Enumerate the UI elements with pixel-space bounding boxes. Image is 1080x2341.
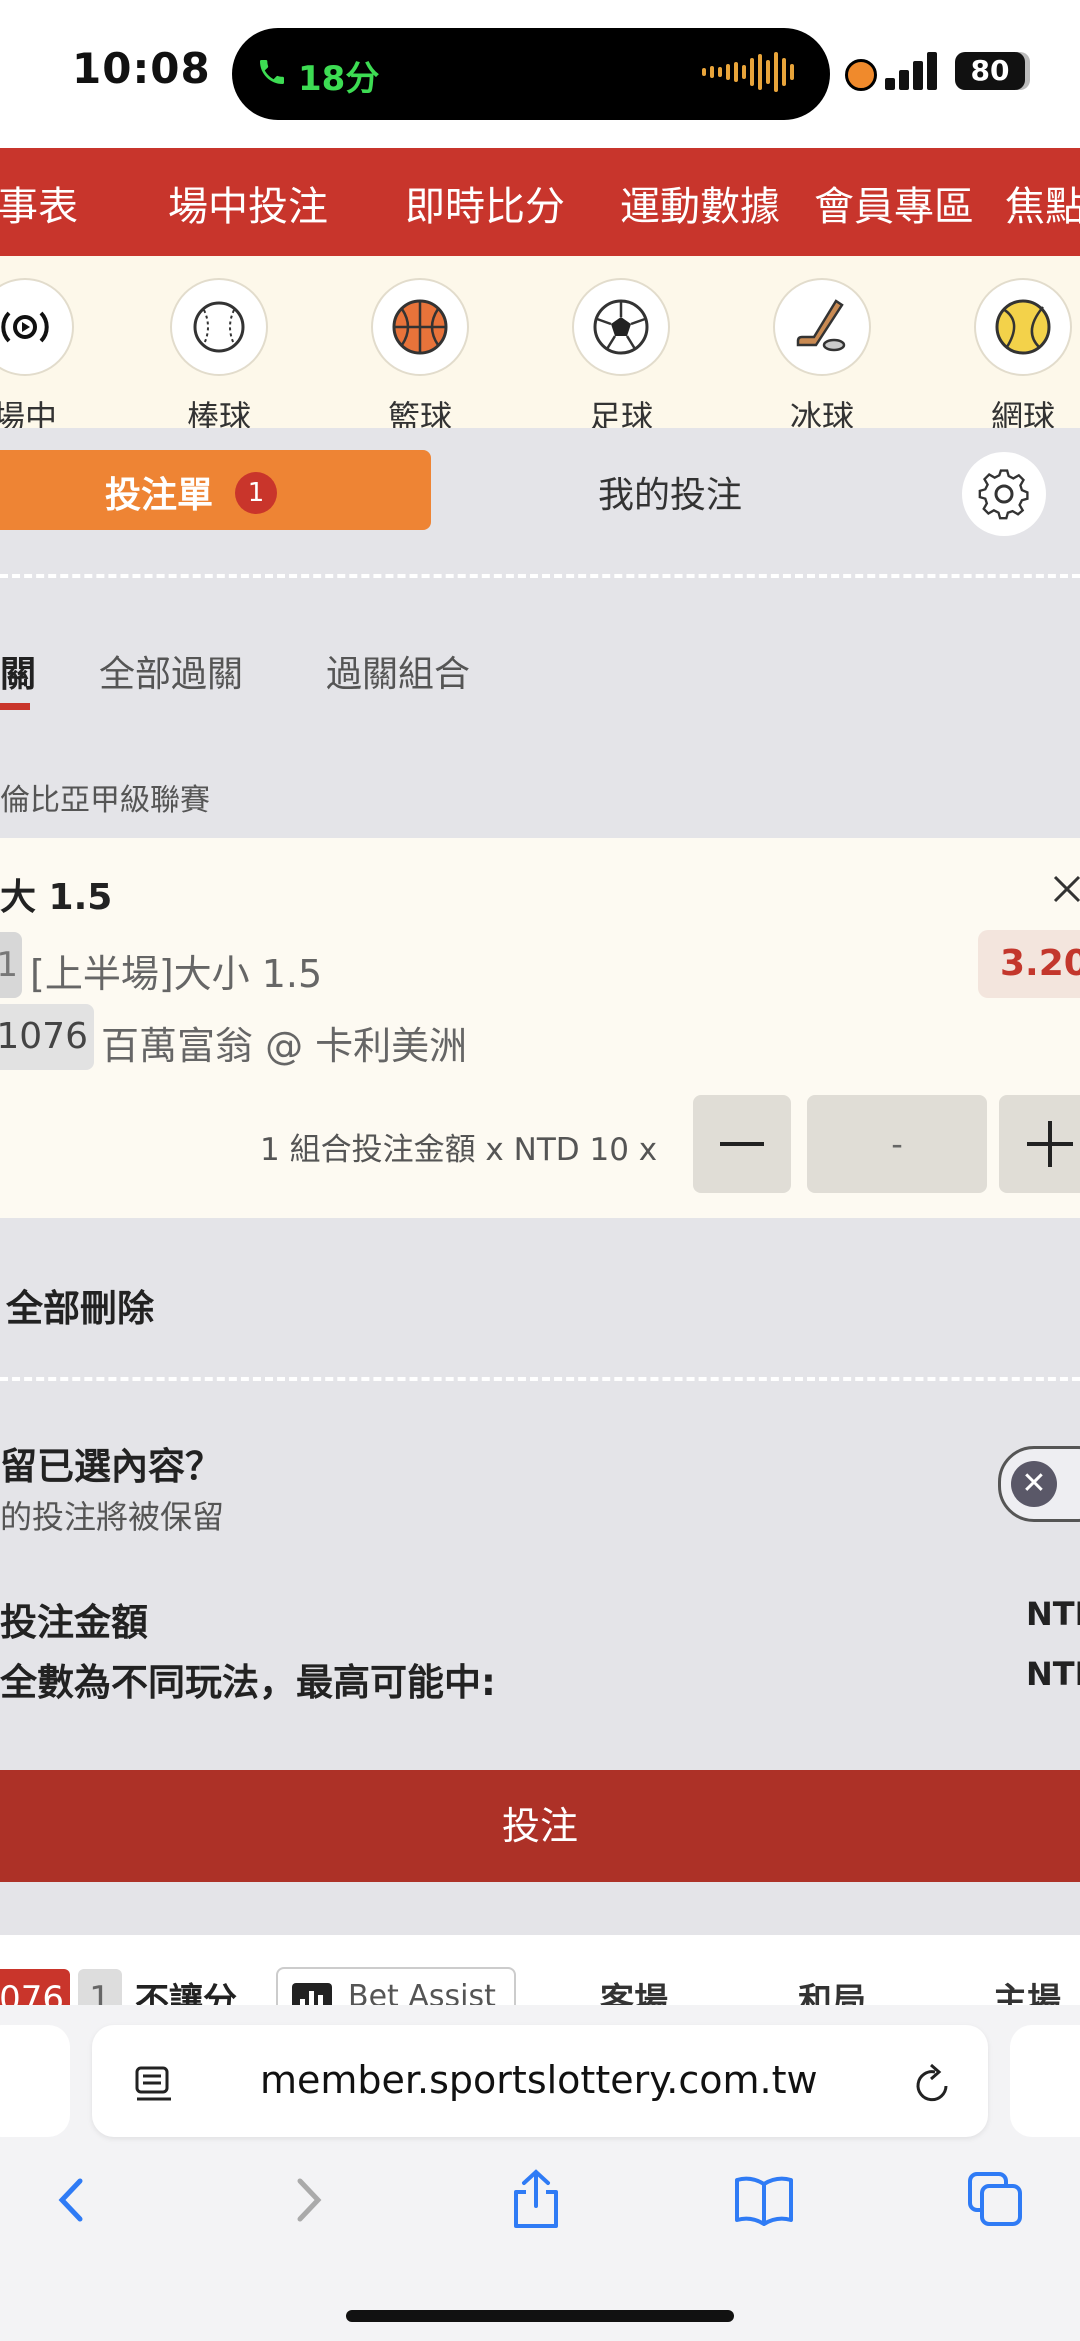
sport-ice-hockey[interactable]: 冰球	[757, 278, 887, 428]
divider	[0, 1377, 1080, 1381]
gear-icon	[978, 469, 1029, 520]
soccer-icon	[572, 278, 670, 376]
audio-wave-icon	[702, 52, 794, 92]
live-icon	[0, 278, 74, 376]
league-name: 倫比亞甲級聯賽	[0, 783, 210, 818]
col-home: 主場	[993, 1981, 1061, 2005]
nav-item-live-score[interactable]: 即時比分	[405, 174, 565, 232]
sport-basketball[interactable]: 籃球	[355, 278, 485, 428]
sport-label: 足球	[588, 398, 653, 428]
bet-assist-button[interactable]: Bet Assist	[276, 1967, 516, 2005]
baseball-icon	[170, 278, 268, 376]
keep-selections-note: 的投注將被保留	[0, 1498, 225, 1536]
nav-item-sports-data[interactable]: 運動數據	[620, 174, 780, 232]
reload-icon[interactable]	[913, 2062, 953, 2106]
delete-all-button[interactable]: 全部刪除	[6, 1278, 154, 1332]
sport-label: 冰球	[789, 398, 854, 428]
match-row-preview: 076 1 不讓分 Bet Assist 客場 和局 主場	[0, 1935, 1080, 2005]
subtab-all-parlay[interactable]: 全部過關	[99, 645, 243, 697]
plus-icon	[1027, 1121, 1073, 1167]
sport-live[interactable]: 場中	[0, 278, 90, 428]
basketball-icon	[371, 278, 469, 376]
settings-button[interactable]	[962, 452, 1046, 536]
max-win-label: 全數為不同玩法，最高可能中:	[0, 1661, 496, 1704]
nav-item-member[interactable]: 會員專區	[814, 174, 974, 232]
next-tab-preview[interactable]	[1010, 2025, 1080, 2137]
bet-assist-label: Bet Assist	[348, 1979, 496, 2005]
col-away: 客場	[600, 1981, 668, 2005]
sport-soccer[interactable]: 足球	[556, 278, 686, 428]
betslip-count-badge: 1	[235, 472, 277, 514]
market-tag: 1	[0, 932, 22, 998]
keep-selections-question: 留已選內容？	[0, 1445, 222, 1488]
decrease-stake-button[interactable]	[693, 1095, 791, 1193]
tabs-icon[interactable]	[966, 2170, 1024, 2228]
sport-tennis[interactable]: 網球	[958, 278, 1080, 428]
no-handicap-label: 不讓分	[135, 1981, 237, 2005]
ice-hockey-icon	[773, 278, 871, 376]
bet-market: [上半場]大小 1.5	[30, 952, 323, 996]
bar-chart-icon	[292, 1983, 332, 2005]
nav-item-live-betting[interactable]: 場中投注	[168, 174, 328, 232]
match-code: 1076	[0, 1004, 94, 1070]
top-nav: 賽事表 場中投注 即時比分 運動數據 會員專區 焦點	[0, 148, 1080, 256]
max-win-value: NTD	[1026, 1655, 1080, 1693]
remove-bet-button[interactable]	[1052, 868, 1080, 914]
bet-selection-title: 大 1.5	[0, 877, 113, 918]
home-indicator	[346, 2310, 734, 2322]
tennis-icon	[974, 278, 1072, 376]
url-text: member.sportslottery.com.tw	[260, 2058, 818, 2102]
subtab-active-underline	[0, 703, 30, 710]
increase-stake-button[interactable]	[999, 1095, 1080, 1193]
sport-baseball[interactable]: 棒球	[154, 278, 284, 428]
divider	[0, 574, 1080, 578]
sport-label: 棒球	[186, 398, 251, 428]
subtab-parlay-combo[interactable]: 過關組合	[326, 645, 470, 697]
total-stake-label: 投注金額	[0, 1601, 148, 1644]
bookmarks-icon[interactable]	[733, 2174, 795, 2226]
back-icon[interactable]	[50, 2175, 94, 2225]
share-icon[interactable]	[508, 2168, 564, 2230]
market-tag: 1	[78, 1969, 122, 2005]
total-stake-value: NTD	[1026, 1595, 1080, 1633]
stake-input[interactable]: -	[807, 1095, 987, 1193]
phone-icon	[260, 60, 284, 84]
subtab-single[interactable]: 關	[0, 645, 36, 697]
close-icon	[1053, 875, 1080, 903]
odds-value: 3.20	[978, 930, 1080, 998]
nav-item-schedule[interactable]: 賽事表	[0, 174, 78, 232]
place-bet-button[interactable]: 投注	[0, 1770, 1080, 1882]
sport-category-bar: 場中 棒球 籃球 足球 冰球 網球	[0, 256, 1080, 428]
battery-icon: 80	[955, 52, 1025, 90]
col-draw: 和局	[798, 1981, 866, 2005]
sport-label: 網球	[990, 398, 1055, 428]
previous-tab-preview[interactable]	[0, 2025, 70, 2137]
clock: 10:08	[72, 44, 211, 93]
match-code: 076	[0, 1969, 70, 2005]
tab-betslip[interactable]	[0, 450, 431, 530]
tab-my-bets[interactable]: 我的投注	[598, 466, 742, 518]
signal-icon	[885, 52, 937, 90]
nav-item-focus[interactable]: 焦點	[1005, 174, 1080, 232]
call-duration: 18分	[298, 59, 380, 99]
stake-description: 1 組合投注金額 x NTD 10 x	[260, 1132, 658, 1168]
match-teams: 百萬富翁 @ 卡利美洲	[101, 1024, 468, 1068]
reader-icon[interactable]	[133, 2064, 175, 2104]
sport-label: 場中	[0, 398, 57, 428]
mic-indicator	[845, 59, 877, 91]
toggle-off-icon: ✕	[1011, 1461, 1057, 1507]
forward-icon[interactable]	[286, 2175, 330, 2225]
sport-label: 籃球	[387, 398, 452, 428]
minus-icon	[720, 1142, 764, 1146]
tab-betslip-label: 投注單	[105, 475, 214, 516]
